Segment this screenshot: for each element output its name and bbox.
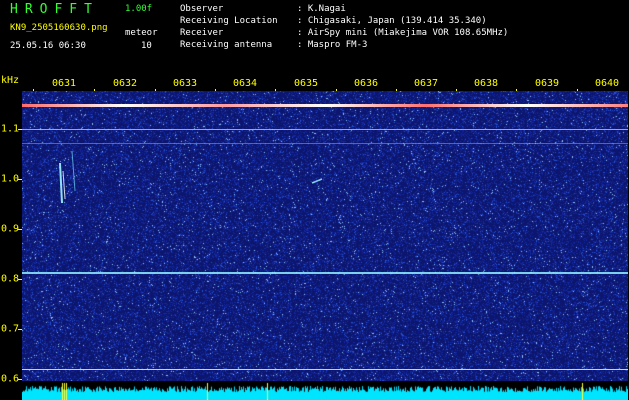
y-axis-unit: kHz [1, 75, 20, 86]
y-axis: 1.1 1.0 0.9 0.8 0.7 0.6 [0, 91, 22, 389]
x-tick-label: 0638 [473, 78, 499, 89]
meteor-echo [71, 150, 76, 192]
x-tick-label: 0631 [51, 78, 77, 89]
x-tick-label: 0632 [112, 78, 138, 89]
meteor-echo [311, 178, 323, 184]
y-tick-label: 0.9 [1, 223, 20, 235]
capture-datetime: 25.05.16 06:30 [10, 41, 86, 51]
meteor-echo [59, 162, 63, 204]
y-tick-label: 0.6 [1, 373, 20, 385]
info-value-location: : Chigasaki, Japan (139.414 35.340) [297, 16, 487, 26]
file-name: KN9_2505160630.png [10, 23, 108, 33]
meteor-label: meteor [125, 28, 158, 38]
x-tick-label: 0639 [534, 78, 560, 89]
y-tick-label: 1.1 [1, 123, 20, 135]
x-tick-label: 0635 [293, 78, 319, 89]
x-tick-label: 0637 [413, 78, 439, 89]
info-label-observer: Observer [180, 4, 224, 14]
y-tick-label: 0.7 [1, 323, 20, 335]
app-version: 1.00f [125, 4, 153, 14]
x-tick-label: 0634 [232, 78, 258, 89]
spectrum-strip [22, 381, 628, 400]
meteor-echo [62, 170, 66, 200]
info-label-receiver: Receiver [180, 28, 224, 38]
info-label-location: Receiving Location [180, 16, 278, 26]
info-value-antenna: : Maspro FM-3 [297, 40, 368, 50]
x-tick-label: 0636 [353, 78, 379, 89]
spectrogram-plot[interactable] [22, 91, 628, 389]
x-tick-label: 0633 [172, 78, 198, 89]
meteor-echoes [59, 150, 323, 204]
y-tick-label: 0.8 [1, 273, 20, 285]
y-tick-label: 1.0 [1, 173, 20, 185]
app-brand: HROFFT [10, 2, 99, 17]
x-axis: 0631 0632 0633 0634 0635 0636 0637 0638 … [22, 78, 628, 93]
x-tick-label: 0640 [594, 78, 620, 89]
meteor-count: 10 [141, 41, 152, 51]
info-value-observer: : K.Nagai [297, 4, 346, 14]
info-label-antenna: Receiving antenna [180, 40, 273, 50]
info-value-receiver: : AirSpy mini (Miakejima VOR 108.65MHz) [297, 28, 509, 38]
